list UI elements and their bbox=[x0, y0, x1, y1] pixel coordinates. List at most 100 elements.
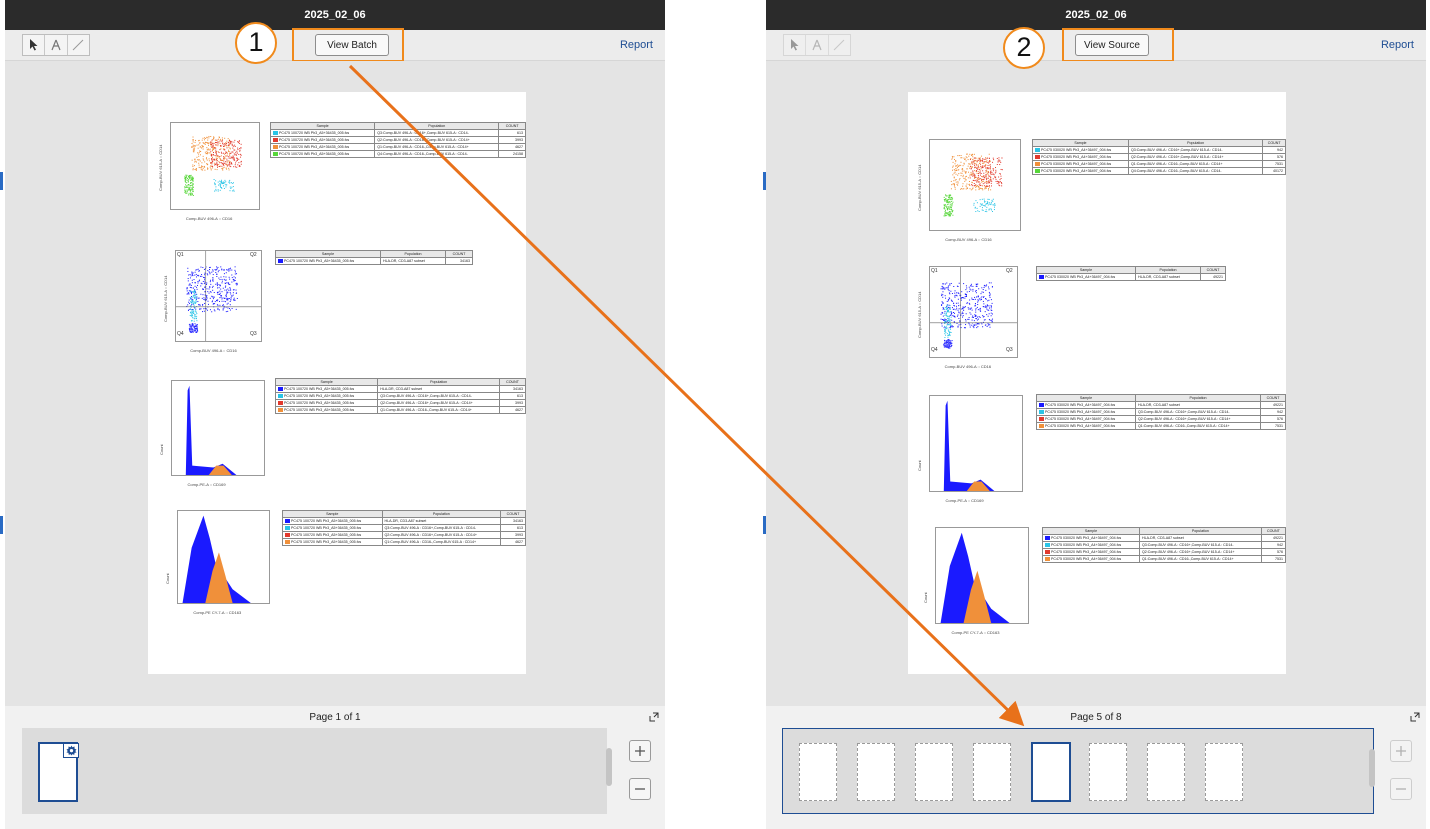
table-row[interactable]: PC475 100720 WB Ph3_A5+36435_005.fcs Q2:C… bbox=[269, 136, 526, 144]
report-page: Comp-BUV 496-A :: CD16 Comp-BUV 615-A :: … bbox=[908, 92, 1287, 674]
table-row[interactable]: PC475 100720 WB Ph3_A5+36435_005.fcs Q1:C… bbox=[282, 538, 526, 546]
dot-plot[interactable] bbox=[935, 527, 1029, 624]
report-link[interactable]: Report bbox=[620, 39, 653, 51]
thumbnail-settings-badge[interactable] bbox=[63, 743, 79, 758]
table-row[interactable]: PC475 030020 WB Ph3_A4+36497_004.fcs Q3:C… bbox=[1032, 146, 1286, 154]
quadrant-label: Q2 bbox=[250, 252, 257, 258]
count-cell: 613 bbox=[499, 392, 526, 400]
page-thumbnail[interactable] bbox=[857, 743, 895, 801]
table-row[interactable]: PC475 030020 WB Ph3_A4+36497_004.fcs Q2:C… bbox=[1042, 548, 1287, 556]
table-row[interactable]: PC475 030020 WB Ph3_A4+36497_004.fcs Q3:C… bbox=[1036, 408, 1286, 416]
dot-plot[interactable] bbox=[929, 266, 1018, 358]
report-canvas: Comp-BUV 496-A :: CD16 Comp-BUV 615-A :: … bbox=[5, 61, 665, 706]
pointer-icon bbox=[790, 39, 799, 51]
table-row[interactable]: PC475 100720 WB Ph3_A5+36435_005.fcs Q3:C… bbox=[269, 129, 526, 137]
column-header: COUNT bbox=[499, 378, 526, 386]
page-thumbnail[interactable] bbox=[799, 743, 837, 801]
zoom-in-button[interactable] bbox=[1390, 740, 1412, 762]
table-row[interactable]: PC475 030020 WB Ph3_A4+36497_004.fcs Q3:C… bbox=[1042, 541, 1287, 549]
table-row[interactable]: PC475 100720 WB Ph3_A5+36435_005.fcs Q4:C… bbox=[269, 150, 526, 158]
statistics-table[interactable]: Sample Population COUNT PC475 100720 WB Ph… bbox=[269, 122, 526, 158]
page-thumbnail[interactable] bbox=[1089, 743, 1127, 801]
pointer-tool[interactable] bbox=[23, 35, 44, 55]
table-row[interactable]: PC475 030020 WB Ph3_A4+36497_004.fcs HLA-… bbox=[1042, 534, 1287, 542]
sample-cell: PC475 100720 WB Ph3_A5+36435_005.fcs bbox=[282, 531, 383, 539]
x-axis-label: Comp-BUV 496-A :: CD16 bbox=[944, 364, 992, 369]
table-row[interactable]: PC475 030020 WB Ph3_A4+36497_004.fcs Q1:C… bbox=[1042, 555, 1287, 563]
statistics-table[interactable]: Sample Population COUNT PC475 100720 WB Ph… bbox=[274, 378, 526, 414]
line-tool[interactable] bbox=[66, 35, 89, 55]
table-row[interactable]: PC475 100720 WB Ph3_A5+36435_005.fcs Q2:C… bbox=[274, 399, 526, 407]
table-row[interactable]: PC475 100720 WB Ph3_A5+36435_005.fcs HLA-… bbox=[275, 257, 473, 265]
zoom-in-button[interactable] bbox=[629, 740, 651, 762]
statistics-table[interactable]: Sample Population COUNT PC475 030020 WB Ph… bbox=[1036, 266, 1226, 281]
page-thumbnail[interactable] bbox=[1031, 742, 1071, 802]
thumbnail-scrollbar[interactable] bbox=[606, 748, 612, 786]
line-tool[interactable] bbox=[827, 35, 850, 55]
table-row[interactable]: PC475 100720 WB Ph3_A5+36435_005.fcs Q2:C… bbox=[282, 531, 526, 539]
population-color-swatch bbox=[1035, 155, 1040, 160]
view-source-button[interactable]: View Source bbox=[1075, 34, 1149, 56]
table-header-row: Sample Population COUNT bbox=[1036, 266, 1226, 274]
pointer-tool[interactable] bbox=[784, 35, 805, 55]
table-row[interactable]: PC475 030020 WB Ph3_A4+36497_004.fcs Q2:C… bbox=[1036, 415, 1286, 423]
column-header: Sample bbox=[1042, 527, 1140, 535]
dot-plot[interactable] bbox=[177, 510, 270, 604]
toolbar: View Source Report bbox=[766, 28, 1426, 62]
population-color-swatch bbox=[278, 408, 283, 413]
count-cell: 34163 bbox=[499, 385, 526, 393]
table-row[interactable]: PC475 030020 WB Ph3_A4+36497_004.fcs HLA-… bbox=[1036, 401, 1286, 409]
expand-icon[interactable] bbox=[649, 712, 659, 722]
page-thumbnail[interactable] bbox=[915, 743, 953, 801]
dot-plot[interactable] bbox=[170, 122, 260, 210]
count-cell: 4627 bbox=[499, 406, 526, 414]
table-row[interactable]: PC475 030020 WB Ph3_A4+36497_004.fcs HLA-… bbox=[1036, 273, 1226, 281]
dot-plot[interactable] bbox=[171, 380, 265, 476]
population-color-swatch bbox=[273, 138, 278, 143]
table-row[interactable]: PC475 100720 WB Ph3_A5+36435_005.fcs Q3:C… bbox=[274, 392, 526, 400]
table-row[interactable]: PC475 030020 WB Ph3_A4+36497_004.fcs Q1:C… bbox=[1032, 160, 1286, 168]
batch-report-panel: 2025_02_06 View Source Report 2 Comp-BUV… bbox=[766, 0, 1426, 829]
dot-plot[interactable] bbox=[929, 139, 1021, 231]
count-cell: 34163 bbox=[445, 257, 473, 265]
page-thumbnail[interactable] bbox=[1205, 743, 1243, 801]
table-row[interactable]: PC475 100720 WB Ph3_A5+36435_005.fcs HLA-… bbox=[282, 517, 526, 525]
statistics-table[interactable]: Sample Population COUNT PC475 100720 WB Ph… bbox=[282, 510, 526, 546]
text-tool[interactable] bbox=[805, 35, 827, 55]
y-axis-label: Count bbox=[159, 444, 164, 456]
report-page: Comp-BUV 496-A :: CD16 Comp-BUV 615-A :: … bbox=[148, 92, 526, 674]
population-color-swatch bbox=[1045, 543, 1050, 548]
thumbnail-scrollbar[interactable] bbox=[1369, 749, 1375, 787]
table-row[interactable]: PC475 100720 WB Ph3_A5+36435_005.fcs Q1:C… bbox=[274, 406, 526, 414]
table-row[interactable]: PC475 100720 WB Ph3_A5+36435_005.fcs Q3:C… bbox=[282, 524, 526, 532]
statistics-table[interactable]: Sample Population COUNT PC475 100720 WB Ph… bbox=[275, 250, 473, 265]
view-batch-button[interactable]: View Batch bbox=[315, 34, 389, 56]
count-cell: 24158 bbox=[498, 150, 526, 158]
text-icon bbox=[812, 39, 822, 51]
statistics-table[interactable]: Sample Population COUNT PC475 030020 WB Ph… bbox=[1042, 527, 1287, 563]
population-cell: HLA-DR, CD3-A87 subset bbox=[381, 517, 502, 525]
population-cell: Q3:Comp-BUV 496-A : CD16+,Comp-BUV 615-A… bbox=[381, 524, 502, 532]
page-thumbnail[interactable] bbox=[973, 743, 1011, 801]
table-row[interactable]: PC475 100720 WB Ph3_A5+36435_005.fcs HLA-… bbox=[274, 385, 526, 393]
report-link[interactable]: Report bbox=[1381, 39, 1414, 51]
page-thumbnail[interactable] bbox=[1147, 743, 1185, 801]
zoom-out-button[interactable] bbox=[629, 778, 651, 800]
y-axis-label: Count bbox=[165, 572, 170, 584]
column-header: Population bbox=[1135, 266, 1201, 274]
population-cell: HLA-DR, CD3-A87 subset bbox=[377, 385, 501, 393]
x-axis-label: Comp-PE-A :: CD169 bbox=[187, 482, 226, 487]
statistics-table[interactable]: Sample Population COUNT PC475 030020 WB Ph… bbox=[1036, 394, 1286, 430]
expand-icon[interactable] bbox=[1410, 712, 1420, 722]
background-window-marker bbox=[763, 516, 766, 534]
text-tool[interactable] bbox=[44, 35, 66, 55]
table-row[interactable]: PC475 030020 WB Ph3_A4+36497_004.fcs Q1:C… bbox=[1036, 422, 1286, 430]
statistics-table[interactable]: Sample Population COUNT PC475 030020 WB Ph… bbox=[1032, 139, 1286, 175]
zoom-out-button[interactable] bbox=[1390, 778, 1412, 800]
dot-plot[interactable] bbox=[929, 395, 1023, 492]
dot-plot[interactable] bbox=[175, 250, 262, 342]
table-row[interactable]: PC475 030020 WB Ph3_A4+36497_004.fcs Q4:C… bbox=[1032, 167, 1286, 175]
table-row[interactable]: PC475 030020 WB Ph3_A4+36497_004.fcs Q2:C… bbox=[1032, 153, 1286, 161]
population-color-swatch bbox=[1035, 162, 1040, 167]
table-row[interactable]: PC475 100720 WB Ph3_A5+36435_005.fcs Q1:C… bbox=[269, 143, 526, 151]
